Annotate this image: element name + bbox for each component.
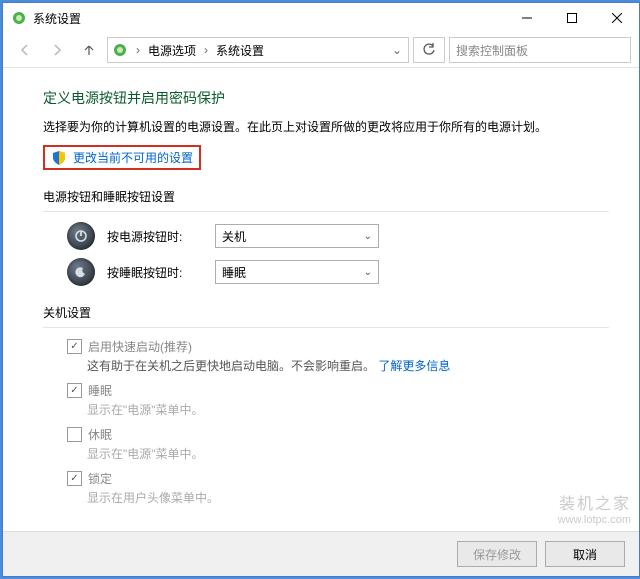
title-bar: 系统设置	[3, 3, 639, 33]
hibernate-checkbox-row: 休眠	[67, 426, 609, 443]
chevron-down-icon[interactable]: ⌄	[392, 43, 402, 57]
lock-checkbox[interactable]: ✓	[67, 471, 82, 486]
close-button[interactable]	[594, 3, 639, 33]
sleep-icon	[67, 258, 95, 286]
breadcrumb-power-options[interactable]: 电源选项	[148, 42, 196, 59]
fastboot-learn-more-link[interactable]: 了解更多信息	[378, 359, 450, 373]
chevron-down-icon: ⌄	[364, 231, 372, 242]
shield-icon	[51, 150, 67, 166]
forward-button[interactable]	[43, 36, 71, 64]
search-input[interactable]: 搜索控制面板	[449, 37, 631, 63]
sleep-button-value: 睡眠	[222, 264, 246, 281]
fastboot-checkbox-row: ✓ 启用快速启动(推荐)	[67, 338, 609, 355]
buttons-section-title: 电源按钮和睡眠按钮设置	[43, 188, 609, 205]
search-placeholder: 搜索控制面板	[456, 42, 528, 59]
maximize-button[interactable]	[549, 3, 594, 33]
lock-checkbox-row: ✓ 锁定	[67, 470, 609, 487]
chevron-right-icon: ›	[204, 43, 208, 57]
page-description: 选择要为你的计算机设置的电源设置。在此页上对设置所做的更改将应用于你所有的电源计…	[43, 118, 609, 135]
sleep-label: 睡眠	[88, 382, 112, 399]
sleep-checkbox[interactable]: ✓	[67, 383, 82, 398]
shutdown-section-title: 关机设置	[43, 304, 609, 321]
lock-label: 锁定	[88, 470, 112, 487]
fastboot-desc: 这有助于在关机之后更快地启动电脑。不会影响重启。 了解更多信息	[87, 357, 609, 374]
refresh-button[interactable]	[413, 37, 445, 63]
control-panel-icon	[112, 42, 128, 58]
hibernate-checkbox[interactable]	[67, 427, 82, 442]
address-bar[interactable]: › 电源选项 › 系统设置 ⌄	[107, 37, 409, 63]
up-button[interactable]	[75, 36, 103, 64]
sleep-button-label: 按睡眠按钮时:	[107, 264, 203, 281]
breadcrumb-system-settings[interactable]: 系统设置	[216, 42, 264, 59]
power-button-row: 按电源按钮时: 关机 ⌄	[67, 222, 609, 250]
sleep-desc: 显示在"电源"菜单中。	[87, 401, 609, 418]
back-button[interactable]	[11, 36, 39, 64]
app-icon	[11, 10, 27, 26]
power-button-value: 关机	[222, 228, 246, 245]
fastboot-label: 启用快速启动(推荐)	[88, 338, 192, 355]
save-button[interactable]: 保存修改	[457, 541, 537, 567]
minimize-button[interactable]	[504, 3, 549, 33]
footer: 保存修改 取消	[3, 531, 639, 576]
page-heading: 定义电源按钮并启用密码保护	[43, 88, 609, 108]
window-title: 系统设置	[33, 10, 81, 27]
fastboot-checkbox[interactable]: ✓	[67, 339, 82, 354]
chevron-down-icon: ⌄	[364, 267, 372, 278]
hibernate-desc: 显示在"电源"菜单中。	[87, 445, 609, 462]
sleep-button-row: 按睡眠按钮时: 睡眠 ⌄	[67, 258, 609, 286]
nav-row: › 电源选项 › 系统设置 ⌄ 搜索控制面板	[3, 33, 639, 67]
lock-desc: 显示在用户头像菜单中。	[87, 489, 609, 506]
change-unavailable-link[interactable]: 更改当前不可用的设置	[73, 149, 193, 166]
sleep-checkbox-row: ✓ 睡眠	[67, 382, 609, 399]
content-area: 定义电源按钮并启用密码保护 选择要为你的计算机设置的电源设置。在此页上对设置所做…	[3, 68, 639, 531]
power-button-select[interactable]: 关机 ⌄	[215, 224, 379, 248]
sleep-button-select[interactable]: 睡眠 ⌄	[215, 260, 379, 284]
power-icon	[67, 222, 95, 250]
chevron-right-icon: ›	[136, 43, 140, 57]
power-button-label: 按电源按钮时:	[107, 228, 203, 245]
change-unavailable-link-box: 更改当前不可用的设置	[43, 145, 201, 170]
cancel-button[interactable]: 取消	[545, 541, 625, 567]
hibernate-label: 休眠	[88, 426, 112, 443]
